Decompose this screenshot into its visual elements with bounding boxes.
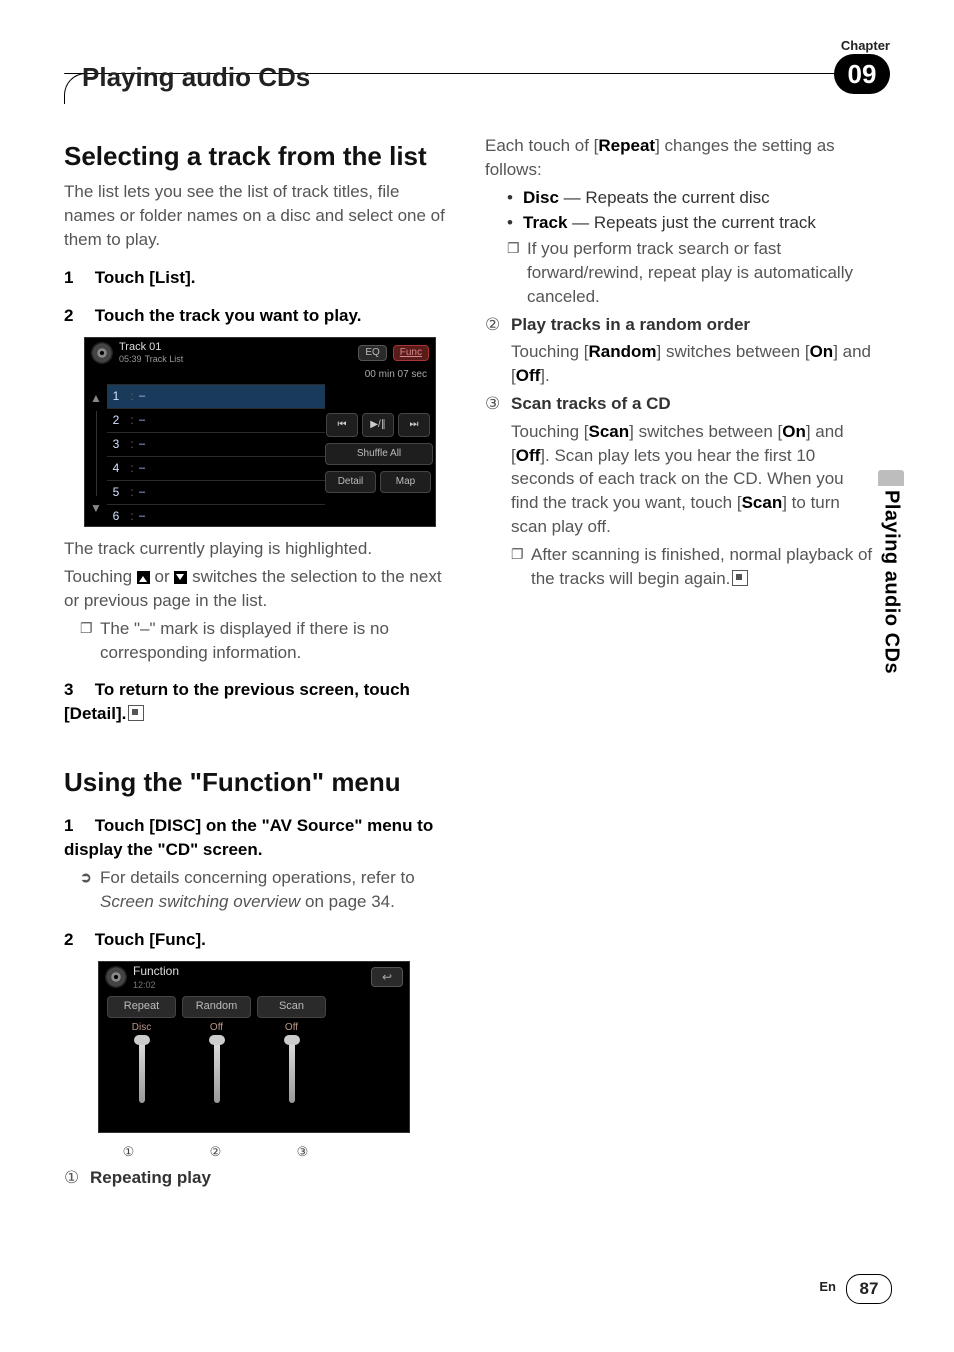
fig-time: 00 min 07 sec (365, 368, 427, 382)
step-2: 2 Touch the track you want to play. (64, 304, 454, 328)
random-button[interactable]: Random (182, 996, 251, 1017)
enum-2-body: Touching [Random] switches between [On] … (511, 340, 875, 388)
func-step-1-sub: ➲ For details concerning operations, ref… (80, 866, 454, 914)
heading-select-track: Selecting a track from the list (64, 138, 454, 174)
scan-button[interactable]: Scan (257, 996, 326, 1017)
step-2-text: Touch the track you want to play. (95, 306, 362, 325)
figure-function-menu: Function 12:02 ↩ Repeat Disc Random Off Sc… (98, 961, 410, 1133)
step-3-text: To return to the previous screen, touch … (64, 680, 410, 723)
step-3-num: 3 (64, 678, 90, 702)
scroll-down-icon[interactable]: ▼ (90, 500, 102, 517)
track-row[interactable]: 1:– (107, 384, 325, 408)
func-step-1-num: 1 (64, 814, 90, 838)
func-step-2-num: 2 (64, 928, 90, 952)
enum-1: ① Repeating play (64, 1166, 454, 1190)
chapter-number-pill: 09 (834, 54, 890, 94)
step-3: 3 To return to the previous screen, touc… (64, 678, 454, 726)
bullet-track: • Track — Repeats just the current track (507, 211, 875, 235)
func-fig-clock: 12:02 (133, 979, 179, 992)
refer-arrow-icon: ➲ (80, 866, 100, 914)
func-fig-callouts: ① ② ③ (64, 1139, 454, 1161)
cd-icon (91, 342, 113, 364)
enum-3-title: Scan tracks of a CD (511, 392, 671, 416)
eq-button[interactable]: EQ (358, 345, 386, 361)
stick-icon (214, 1041, 220, 1103)
note-dash-mark: ❐ The "–" mark is displayed if there is … (80, 617, 454, 665)
side-tab: Playing audio CDs (878, 490, 904, 730)
random-value: Off (182, 1021, 251, 1035)
repeat-button[interactable]: Repeat (107, 996, 176, 1017)
heading-function-menu: Using the "Function" menu (64, 764, 454, 800)
chapter-label: Chapter (841, 38, 890, 53)
detail-button[interactable]: Detail (325, 471, 376, 493)
footer-page-number: 87 (846, 1274, 892, 1304)
fig-clock: 05:39 (119, 354, 142, 364)
scroll-up-icon[interactable]: ▲ (90, 390, 102, 407)
track-row[interactable]: 2:– (107, 408, 325, 432)
callout-3: ③ (262, 1143, 343, 1161)
cd-icon (105, 966, 127, 988)
after-fig-line2: Touching or switches the selection to th… (64, 565, 454, 613)
after-fig-line1: The track currently playing is highlight… (64, 537, 454, 561)
map-button[interactable]: Map (380, 471, 431, 493)
callout-1: ① (88, 1143, 169, 1161)
bullet-dot-icon: • (507, 186, 523, 210)
enum-1-title: Repeating play (90, 1166, 211, 1190)
lead-select-track: The list lets you see the list of track … (64, 180, 454, 251)
track-row[interactable]: 4:– (107, 456, 325, 480)
step-1: 1 Touch [List]. (64, 266, 454, 290)
back-button[interactable]: ↩ (371, 967, 403, 987)
track-rows: 1:– 2:– 3:– 4:– 5:– 6:– (107, 384, 325, 522)
func-fig-title: Function (133, 963, 179, 980)
enum-1-num: ① (64, 1166, 90, 1190)
prev-track-button[interactable]: ⏮ (326, 413, 358, 437)
bullet-disc: • Disc — Repeats the current disc (507, 186, 875, 210)
func-step-1: 1 Touch [DISC] on the "AV Source" menu t… (64, 814, 454, 862)
repeat-value: Disc (107, 1021, 176, 1035)
note-bullet-icon: ❐ (80, 617, 100, 665)
side-tab-marker (878, 470, 904, 486)
step-1-num: 1 (64, 266, 90, 290)
track-row[interactable]: 5:– (107, 480, 325, 504)
figure-track-list: Track 01 05:39 Track List EQ Func 00 min… (84, 337, 436, 527)
callout-2: ② (175, 1143, 256, 1161)
scroll-track (96, 411, 97, 495)
shuffle-all-button[interactable]: Shuffle All (325, 443, 433, 465)
page-down-icon (174, 571, 187, 584)
note-bullet-icon: ❐ (507, 237, 527, 308)
scan-value: Off (257, 1021, 326, 1035)
bullet-dot-icon: • (507, 211, 523, 235)
section-title: Playing audio CDs (82, 62, 310, 93)
enum-3-body: Touching [Scan] switches between [On] an… (511, 420, 875, 539)
enum-2: ② Play tracks in a random order (485, 313, 875, 337)
enum-3: ③ Scan tracks of a CD (485, 392, 875, 416)
func-step-2-text: Touch [Func]. (95, 930, 206, 949)
step-2-num: 2 (64, 304, 90, 328)
play-pause-button[interactable]: ▶/∥ (362, 413, 394, 437)
track-row[interactable]: 3:– (107, 432, 325, 456)
enum-2-title: Play tracks in a random order (511, 313, 750, 337)
func-step-1-text: Touch [DISC] on the "AV Source" menu to … (64, 816, 433, 859)
note-text: The "–" mark is displayed if there is no… (100, 617, 454, 665)
stick-icon (289, 1041, 295, 1103)
footer-language: En (819, 1279, 836, 1294)
stick-icon (139, 1041, 145, 1103)
note-repeat-cancel: ❐ If you perform track search or fast fo… (507, 237, 875, 308)
step-1-text: Touch [List]. (95, 268, 196, 287)
func-button[interactable]: Func (393, 345, 429, 361)
page-up-icon (137, 571, 150, 584)
note-scan-end: ❐ After scanning is finished, normal pla… (511, 543, 875, 591)
next-track-button[interactable]: ⏭ (398, 413, 430, 437)
track-row[interactable]: 6:– (107, 504, 325, 528)
end-section-icon (128, 705, 144, 721)
note-bullet-icon: ❐ (511, 543, 531, 591)
func-step-1-sub-text: For details concerning operations, refer… (100, 866, 454, 914)
repeat-intro: Each touch of [Repeat] changes the setti… (485, 134, 875, 182)
end-section-icon (732, 570, 748, 586)
fig-sub-label: Track List (145, 354, 184, 364)
enum-3-num: ③ (485, 392, 511, 416)
func-step-2: 2 Touch [Func]. (64, 928, 454, 952)
fig-track-label: Track 01 (119, 341, 161, 353)
enum-2-num: ② (485, 313, 511, 337)
